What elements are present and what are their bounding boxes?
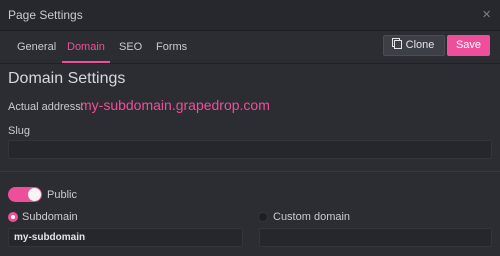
subdomain-input[interactable]: my-subdomain <box>8 228 243 247</box>
subdomain-label: Subdomain <box>22 211 78 223</box>
tab-forms[interactable]: Forms <box>151 30 192 61</box>
public-label: Public <box>47 189 77 201</box>
tab-seo[interactable]: SEO <box>114 30 147 61</box>
tabs-divider <box>0 63 500 64</box>
close-icon[interactable]: × <box>482 6 491 23</box>
slug-label: Slug <box>8 125 31 137</box>
custom-domain-input[interactable] <box>259 228 492 247</box>
tab-general[interactable]: General <box>12 30 61 61</box>
subdomain-radio[interactable] <box>8 212 18 222</box>
toggle-knob <box>28 188 41 201</box>
section-divider <box>0 171 500 172</box>
clone-button-label: Clone <box>405 39 435 51</box>
save-button[interactable]: Save <box>447 35 490 56</box>
actual-address-label: Actual address: <box>8 101 84 113</box>
window-titlebar: Page Settings × <box>0 0 500 31</box>
actual-address-value[interactable]: my-subdomain.grapedrop.com <box>80 97 270 113</box>
section-heading: Domain Settings <box>8 70 126 87</box>
window-title: Page Settings <box>8 8 83 22</box>
clone-icon <box>393 40 402 49</box>
public-toggle[interactable] <box>8 187 42 202</box>
tab-domain[interactable]: Domain <box>62 30 110 63</box>
clone-button[interactable]: Clone <box>383 35 445 56</box>
custom-domain-label: Custom domain <box>273 211 351 223</box>
custom-domain-radio[interactable] <box>258 212 268 222</box>
slug-input[interactable] <box>8 140 492 159</box>
